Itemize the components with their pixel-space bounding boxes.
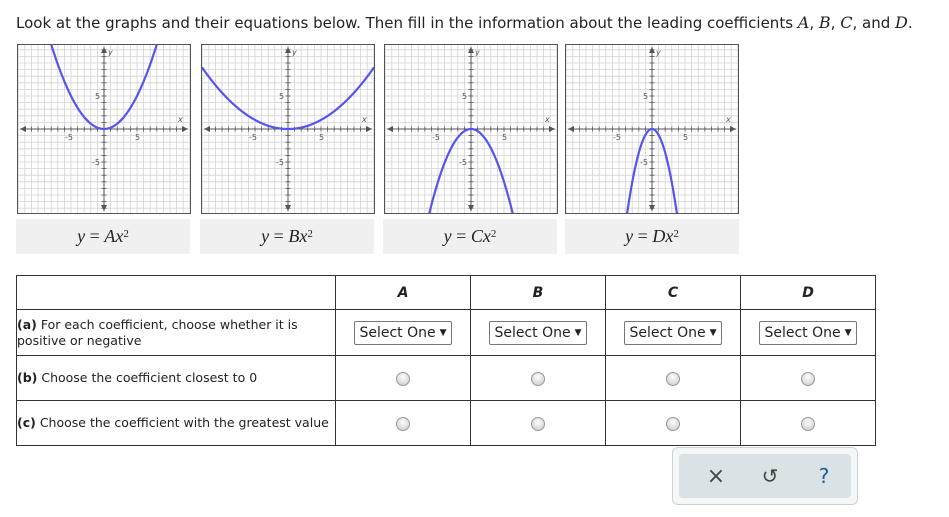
x-axis-label: x bbox=[725, 115, 731, 124]
row-label-sign: (a) For each coefficient, choose whether… bbox=[16, 309, 336, 356]
help-button[interactable]: ? bbox=[799, 454, 849, 498]
dropdown-arrow-icon: ▼ bbox=[574, 327, 582, 338]
letter-b: B bbox=[818, 13, 831, 32]
y-tick-pos: 5 bbox=[643, 92, 648, 101]
letter-c: C bbox=[840, 13, 853, 32]
table-row-greatest: (c) Choose the coefficient with the grea… bbox=[16, 400, 876, 446]
sign-select-a[interactable]: Select One ▼ bbox=[354, 320, 452, 345]
x-axis-label: x bbox=[544, 115, 550, 124]
sign-select-d[interactable]: Select One ▼ bbox=[759, 320, 857, 345]
graph-b: y x 5 -5 5 -5 bbox=[201, 44, 375, 214]
table-row-sign: (a) For each coefficient, choose whether… bbox=[16, 309, 876, 356]
y-axis-label: y bbox=[291, 48, 297, 57]
y-tick-neg: -5 bbox=[92, 158, 100, 167]
clear-button[interactable]: × bbox=[691, 454, 741, 498]
y-tick-neg: -5 bbox=[459, 158, 467, 167]
closest-zero-radio-b[interactable] bbox=[531, 372, 545, 386]
greatest-radio-d[interactable] bbox=[801, 417, 815, 431]
instructions: Look at the graphs and their equations b… bbox=[16, 13, 913, 32]
x-tick-neg: -5 bbox=[249, 133, 257, 142]
dropdown-arrow-icon: ▼ bbox=[439, 327, 447, 338]
y-tick-pos: 5 bbox=[462, 92, 467, 101]
equation-d: y = Dx2 bbox=[565, 219, 739, 254]
equation-c: y = Cx2 bbox=[383, 219, 557, 254]
x-tick-neg: -5 bbox=[432, 133, 440, 142]
sign-select-b[interactable]: Select One ▼ bbox=[489, 320, 587, 345]
undo-icon: ↺ bbox=[761, 464, 779, 488]
y-axis-label: y bbox=[107, 48, 113, 57]
x-tick-pos: 5 bbox=[683, 133, 688, 142]
x-tick-pos: 5 bbox=[319, 133, 324, 142]
answer-toolbar: × ↺ ? bbox=[672, 447, 858, 505]
closest-zero-radio-d[interactable] bbox=[801, 372, 815, 386]
undo-button[interactable]: ↺ bbox=[745, 454, 795, 498]
y-axis-label: y bbox=[655, 48, 661, 57]
graph-a: y x 5 -5 5 -5 bbox=[17, 44, 191, 214]
x-axis-label: x bbox=[177, 115, 183, 124]
sign-select-c[interactable]: Select One ▼ bbox=[624, 320, 722, 345]
x-axis-label: x bbox=[361, 115, 367, 124]
col-header-b: B bbox=[470, 275, 606, 310]
x-tick-pos: 5 bbox=[502, 133, 507, 142]
graph-c: y x 5 -5 5 -5 bbox=[384, 44, 558, 214]
graph-d: y x 5 -5 5 -5 bbox=[565, 44, 739, 214]
letter-a: A bbox=[797, 13, 810, 32]
greatest-radio-a[interactable] bbox=[396, 417, 410, 431]
table-header-row: A B C D bbox=[16, 275, 876, 310]
y-tick-neg: -5 bbox=[276, 158, 284, 167]
close-icon: × bbox=[706, 463, 726, 489]
closest-zero-radio-c[interactable] bbox=[666, 372, 680, 386]
greatest-radio-c[interactable] bbox=[666, 417, 680, 431]
help-icon: ? bbox=[818, 464, 830, 488]
dropdown-arrow-icon: ▼ bbox=[709, 327, 717, 338]
x-tick-neg: -5 bbox=[613, 133, 621, 142]
equation-b: y = Bx2 bbox=[200, 219, 374, 254]
col-header-d: D bbox=[740, 275, 876, 310]
dropdown-arrow-icon: ▼ bbox=[844, 327, 852, 338]
coefficient-table: A B C D (a) For each coefficient, choose… bbox=[16, 275, 876, 446]
y-tick-pos: 5 bbox=[95, 92, 100, 101]
letter-d: D bbox=[895, 13, 908, 32]
row-label-greatest: (c) Choose the coefficient with the grea… bbox=[16, 400, 336, 446]
x-tick-pos: 5 bbox=[135, 133, 140, 142]
x-tick-neg: -5 bbox=[65, 133, 73, 142]
y-tick-pos: 5 bbox=[279, 92, 284, 101]
equation-a: y = Ax2 bbox=[16, 219, 190, 254]
closest-zero-radio-a[interactable] bbox=[396, 372, 410, 386]
col-header-c: C bbox=[605, 275, 741, 310]
table-row-closest-zero: (b) Choose the coefficient closest to 0 bbox=[16, 355, 876, 401]
col-header-a: A bbox=[335, 275, 471, 310]
instructions-text: Look at the graphs and their equations b… bbox=[16, 14, 794, 32]
row-label-closest-zero: (b) Choose the coefficient closest to 0 bbox=[16, 355, 336, 401]
y-axis-label: y bbox=[474, 48, 480, 57]
greatest-radio-b[interactable] bbox=[531, 417, 545, 431]
y-tick-neg: -5 bbox=[640, 158, 648, 167]
corner-cell bbox=[16, 275, 336, 310]
